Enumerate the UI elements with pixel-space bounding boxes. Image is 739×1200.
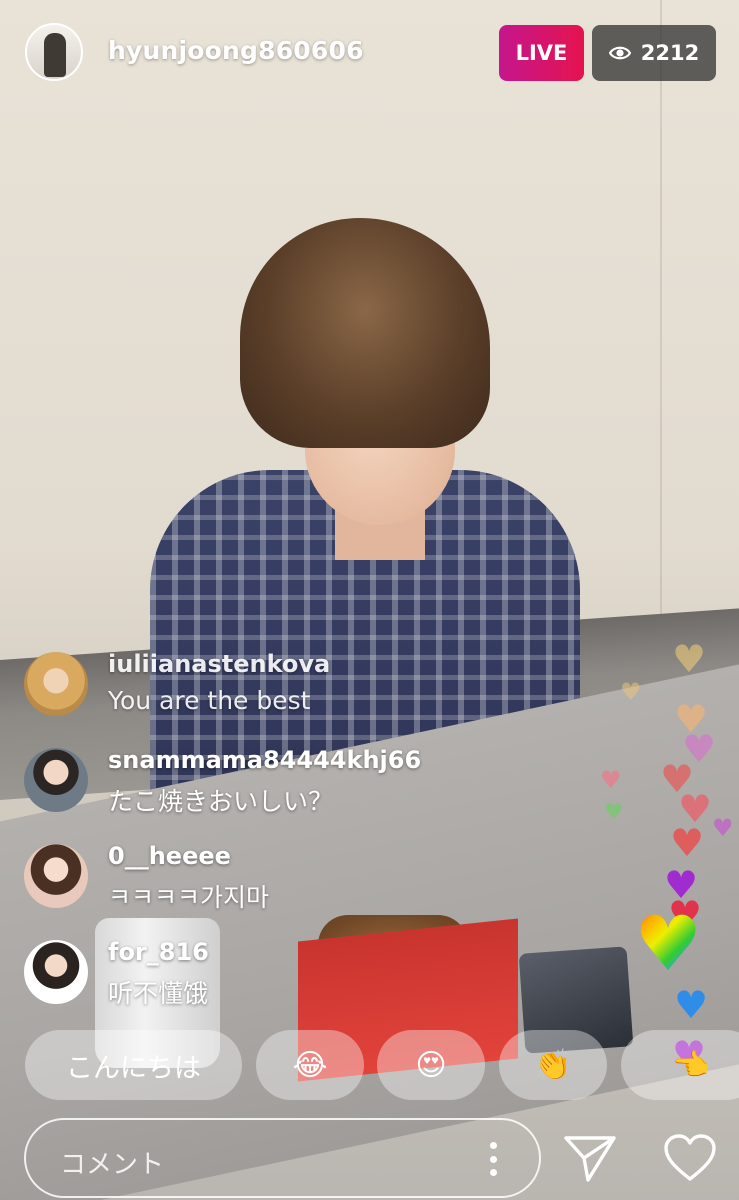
- quick-replies: こんにちは 😂 😍 👏 👈: [0, 1030, 739, 1100]
- viewer-count-badge[interactable]: 2212: [592, 25, 716, 81]
- quick-reply-label: こんにちは: [66, 1052, 201, 1084]
- commenter-avatar[interactable]: [24, 844, 88, 908]
- quick-reply-laughing[interactable]: 😂: [256, 1030, 364, 1100]
- send-icon: [562, 1136, 618, 1188]
- quick-reply-greeting[interactable]: こんにちは: [25, 1030, 242, 1100]
- comment-item: iuliianastenkova You are the best: [24, 648, 484, 744]
- comment-item: 0__heeee ㅋㅋㅋㅋ가지마: [24, 840, 484, 936]
- live-badge: LIVE: [499, 25, 584, 81]
- comment-text: ㅋㅋㅋㅋ가지마: [108, 883, 270, 912]
- commenter-username[interactable]: snammama84444khj66: [108, 746, 421, 774]
- heart-icon: ♥: [712, 814, 734, 842]
- person-hair: [240, 218, 490, 448]
- comment-text: たこ焼きおいしい？: [108, 787, 334, 816]
- broadcaster-avatar[interactable]: [25, 23, 83, 81]
- floating-hearts: ♥ ♥ ♥ ♥ ♥ ♥ ♥ ♥ ♥ ♥ ♥ ♥ ♥ ♥ ♥: [590, 600, 739, 1100]
- commenter-avatar[interactable]: [24, 652, 88, 716]
- commenter-username[interactable]: iuliianastenkova: [108, 650, 330, 678]
- quick-reply-clap[interactable]: 👏: [499, 1030, 607, 1100]
- heart-icon: ♥: [620, 678, 642, 706]
- quick-reply-heart-eyes[interactable]: 😍: [377, 1030, 485, 1100]
- heart-eyes-icon: 😍: [415, 1047, 447, 1083]
- commenter-avatar[interactable]: [24, 748, 88, 812]
- comment-item: snammama84444khj66 たこ焼きおいしい？: [24, 744, 484, 840]
- comment-input[interactable]: コメント: [24, 1118, 541, 1198]
- comment-text: You are the best: [108, 686, 311, 715]
- more-options-icon[interactable]: [489, 1142, 497, 1176]
- pointing-hand-icon: 👈: [672, 1047, 710, 1083]
- comment-text: 听不懂饿: [108, 979, 209, 1008]
- send-button[interactable]: [562, 1132, 618, 1184]
- commenter-avatar[interactable]: [24, 940, 88, 1004]
- comment-item: for_816 听不懂饿: [24, 936, 484, 1032]
- heart-icon: ♥: [600, 766, 622, 794]
- like-button[interactable]: [662, 1132, 718, 1184]
- heart-icon: ♥: [672, 637, 707, 681]
- clapping-hands-icon: 👏: [534, 1047, 572, 1083]
- commenter-username[interactable]: for_816: [108, 938, 209, 966]
- live-header: hyunjoong860606 LIVE 2212: [0, 0, 739, 110]
- comment-feed: iuliianastenkova You are the best snamma…: [24, 648, 484, 1032]
- comment-placeholder: コメント: [60, 1150, 165, 1180]
- heart-icon: ♥: [670, 821, 705, 865]
- commenter-username[interactable]: 0__heeee: [108, 842, 231, 870]
- viewer-count: 2212: [640, 41, 700, 65]
- heart-icon: ♥: [674, 983, 709, 1027]
- eye-icon: [608, 45, 631, 61]
- heart-icon: ♥: [634, 899, 703, 988]
- heart-icon: [662, 1134, 718, 1188]
- quick-reply-point[interactable]: 👈: [621, 1030, 739, 1100]
- laughing-face-icon: 😂: [292, 1047, 328, 1083]
- broadcaster-username[interactable]: hyunjoong860606: [108, 36, 364, 65]
- heart-icon: ♥: [604, 800, 624, 825]
